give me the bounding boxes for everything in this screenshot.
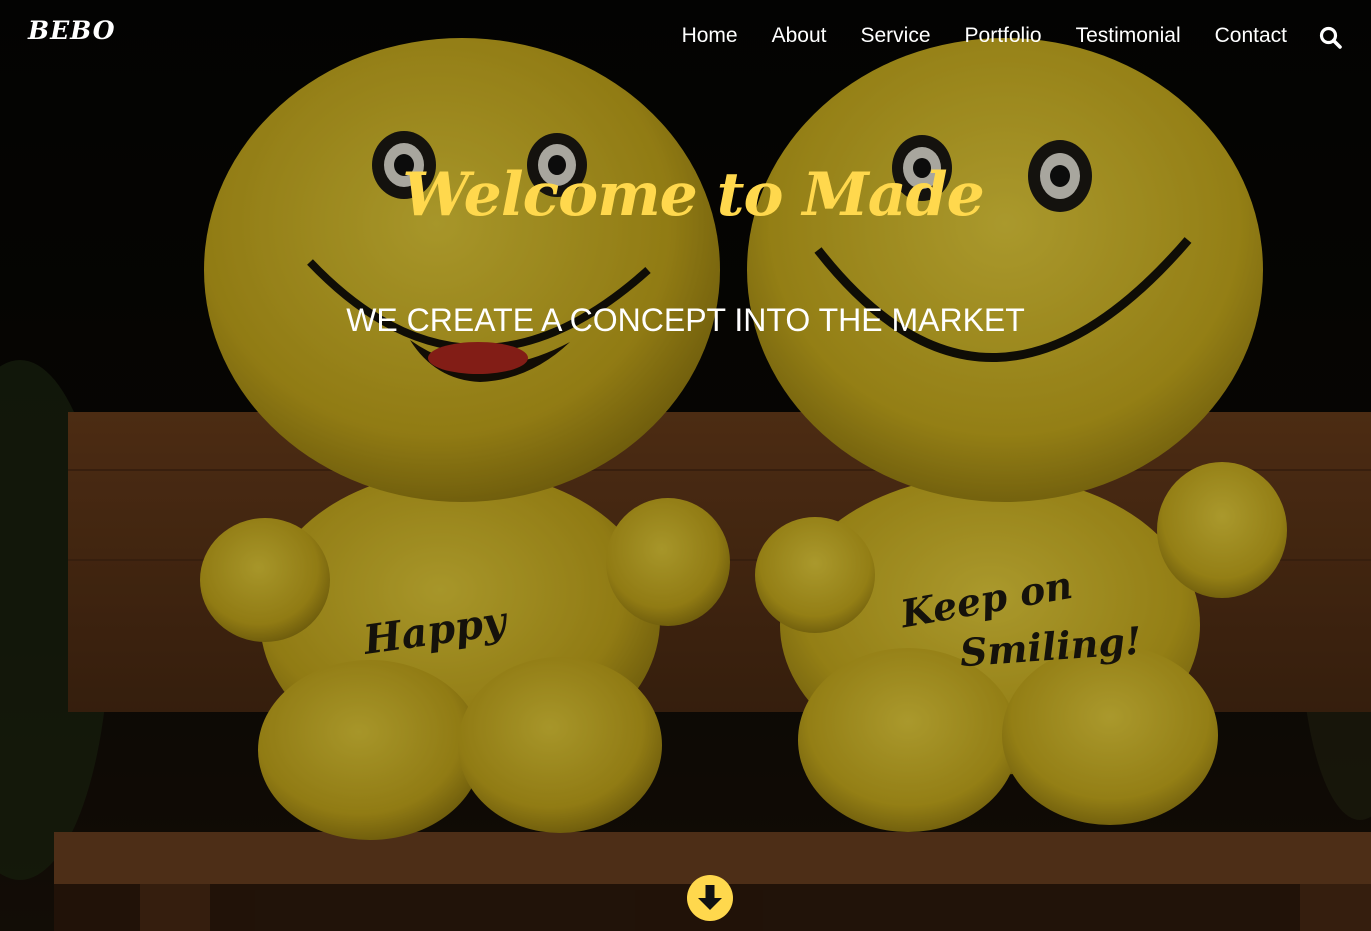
top-navbar: BEBO Home About Service Portfolio Testim…	[0, 0, 1371, 76]
nav-item-contact[interactable]: Contact	[1215, 24, 1287, 48]
nav-menu: Home About Service Portfolio Testimonial…	[682, 24, 1287, 48]
brand-logo[interactable]: BEBO	[28, 16, 116, 45]
hero-subtitle: WE CREATE A CONCEPT INTO THE MARKET	[346, 302, 1025, 338]
arrow-down-circle-icon	[687, 875, 733, 921]
nav-item-about[interactable]: About	[772, 24, 827, 48]
hero-dark-overlay	[0, 0, 1371, 931]
hero-title: Welcome to Made	[402, 160, 985, 230]
nav-item-service[interactable]: Service	[861, 24, 931, 48]
nav-item-testimonial[interactable]: Testimonial	[1076, 24, 1181, 48]
hero-section: Happy Keep on Smiling!	[0, 0, 1371, 931]
scroll-down-button[interactable]	[686, 874, 734, 922]
search-icon	[1319, 26, 1342, 49]
search-button[interactable]	[1318, 25, 1344, 51]
nav-item-home[interactable]: Home	[682, 24, 738, 48]
nav-item-portfolio[interactable]: Portfolio	[965, 24, 1042, 48]
